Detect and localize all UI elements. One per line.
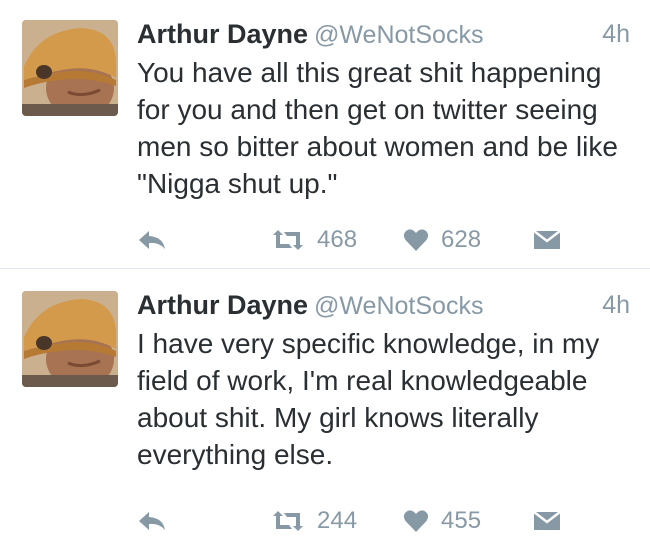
retweet-count: 468 [317, 226, 358, 253]
tweet[interactable]: Arthur Dayne @WeNotSocks 4h I have very s… [0, 268, 650, 534]
tweet-content: Arthur Dayne @WeNotSocks 4h I have very s… [137, 285, 630, 473]
author-name[interactable]: Arthur Dayne [137, 290, 308, 320]
author-handle[interactable]: @WeNotSocks [314, 292, 483, 320]
tweet-time[interactable]: 4h [602, 14, 630, 54]
tweet-actions: 468 628 [137, 220, 567, 260]
author-name[interactable]: Arthur Dayne [137, 19, 308, 49]
reply-arrow-icon [139, 231, 165, 249]
author-handle[interactable]: @WeNotSocks [314, 21, 483, 49]
tweet-header: Arthur Dayne @WeNotSocks 4h [137, 285, 630, 325]
envelope-icon [533, 511, 561, 530]
envelope-icon [533, 230, 561, 249]
tweet-time[interactable]: 4h [602, 285, 630, 325]
direct-message-button[interactable] [533, 501, 561, 541]
reply-button[interactable] [137, 501, 167, 541]
avatar-image [22, 291, 118, 387]
retweet-icon [273, 230, 303, 250]
tweet-content: Arthur Dayne @WeNotSocks 4h You have all … [137, 14, 630, 202]
retweet-button[interactable]: 468 [271, 220, 357, 260]
heart-icon [403, 510, 429, 532]
reply-button[interactable] [137, 220, 167, 260]
tweet-text: I have very specific knowledge, in my fi… [137, 328, 600, 470]
retweet-count: 244 [317, 507, 358, 534]
heart-icon [403, 229, 429, 251]
like-button[interactable]: 628 [403, 220, 481, 260]
reply-arrow-icon [139, 512, 165, 530]
tweet-text: You have all this great shit happening f… [137, 57, 618, 199]
avatar-image [22, 20, 118, 116]
retweet-button[interactable]: 244 [271, 501, 357, 541]
tweet-header: Arthur Dayne @WeNotSocks 4h [137, 14, 630, 54]
avatar[interactable] [22, 291, 118, 387]
tweet-actions: 244 455 [137, 501, 567, 541]
like-count: 628 [441, 226, 482, 253]
like-button[interactable]: 455 [403, 501, 481, 541]
retweet-icon [273, 511, 303, 531]
direct-message-button[interactable] [533, 220, 561, 260]
tweet[interactable]: Arthur Dayne @WeNotSocks 4h You have all … [0, 0, 650, 268]
avatar[interactable] [22, 20, 118, 116]
like-count: 455 [441, 507, 482, 534]
